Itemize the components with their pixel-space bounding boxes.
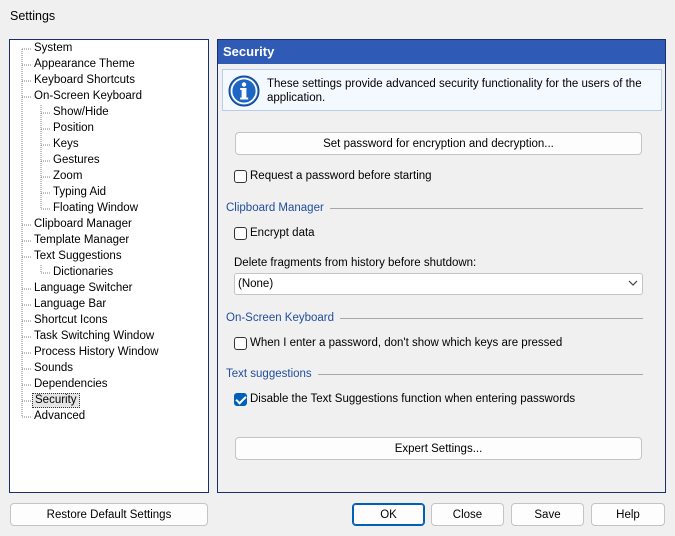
help-button[interactable]: Help — [591, 503, 665, 526]
info-text: These settings provide advanced security… — [267, 78, 642, 104]
tree-item-language-switcher[interactable]: Language Switcher — [32, 281, 134, 296]
ok-button[interactable]: OK — [352, 503, 425, 526]
tree-item-keyboard-shortcuts[interactable]: Keyboard Shortcuts — [32, 73, 137, 88]
tree-item-sounds[interactable]: Sounds — [32, 361, 75, 376]
hide-keys-label: When I enter a password, don't show whic… — [250, 337, 563, 349]
encrypt-data-label: Encrypt data — [250, 227, 315, 239]
tree-item-shortcut-icons[interactable]: Shortcut Icons — [32, 313, 110, 328]
tree-item-task-switching-window[interactable]: Task Switching Window — [32, 329, 156, 344]
hide-keys-checkbox[interactable] — [234, 336, 247, 350]
tree-item-template-manager[interactable]: Template Manager — [32, 233, 131, 248]
tree-item-on-screen-keyboard[interactable]: On-Screen Keyboard — [32, 89, 144, 104]
info-box: These settings provide advanced security… — [222, 69, 662, 111]
encrypt-data-row[interactable]: Encrypt data — [234, 225, 315, 241]
disable-suggestions-label: Disable the Text Suggestions function wh… — [250, 393, 576, 405]
tree-item-dictionaries[interactable]: Dictionaries — [51, 265, 115, 280]
chevron-down-icon — [628, 280, 638, 286]
tree-item-floating-window[interactable]: Floating Window — [51, 201, 140, 216]
tree-item-text-suggestions[interactable]: Text Suggestions — [32, 249, 124, 264]
delete-fragments-select[interactable]: (None) — [234, 273, 643, 295]
tree-item-zoom[interactable]: Zoom — [51, 169, 84, 184]
request-password-label: Request a password before starting — [250, 170, 432, 182]
delete-fragments-value: (None) — [238, 278, 274, 290]
info-icon — [228, 75, 260, 107]
panel-title: Security — [218, 40, 665, 64]
request-password-checkbox[interactable] — [234, 169, 247, 183]
security-panel: Security These settings provide advanced… — [217, 39, 666, 493]
tree-item-keys[interactable]: Keys — [51, 137, 81, 152]
delete-fragments-label: Delete fragments from history before shu… — [234, 257, 477, 269]
text-suggestions-section-title: Text suggestions — [226, 368, 318, 380]
tree-item-appearance-theme[interactable]: Appearance Theme — [32, 57, 137, 72]
encrypt-data-checkbox[interactable] — [234, 226, 247, 240]
window-title: Settings — [10, 9, 56, 23]
expert-settings-button[interactable]: Expert Settings... — [235, 437, 642, 460]
clipboard-section-title: Clipboard Manager — [226, 202, 330, 214]
save-button[interactable]: Save — [511, 503, 584, 526]
tree-item-dependencies[interactable]: Dependencies — [32, 377, 110, 392]
tree-item-typing-aid[interactable]: Typing Aid — [51, 185, 108, 200]
settings-tree[interactable]: System Appearance Theme Keyboard Shortcuts… — [9, 39, 209, 493]
tree-item-gestures[interactable]: Gestures — [51, 153, 102, 168]
tree-item-process-history-window[interactable]: Process History Window — [32, 345, 161, 360]
disable-suggestions-row[interactable]: Disable the Text Suggestions function wh… — [234, 391, 575, 407]
close-button[interactable]: Close — [431, 503, 504, 526]
restore-defaults-button[interactable]: Restore Default Settings — [10, 503, 208, 526]
request-password-row[interactable]: Request a password before starting — [234, 168, 432, 184]
tree-item-language-bar[interactable]: Language Bar — [32, 297, 108, 312]
tree-item-clipboard-manager[interactable]: Clipboard Manager — [32, 217, 134, 232]
tree-item-show-hide[interactable]: Show/Hide — [51, 105, 111, 120]
tree-item-position[interactable]: Position — [51, 121, 96, 136]
tree-item-security[interactable]: Security — [32, 393, 80, 408]
tree-item-advanced[interactable]: Advanced — [32, 409, 87, 424]
set-password-button[interactable]: Set password for encryption and decrypti… — [235, 132, 642, 155]
hide-keys-row[interactable]: When I enter a password, don't show whic… — [234, 335, 562, 351]
tree-item-system[interactable]: System — [32, 41, 74, 56]
disable-suggestions-checkbox[interactable] — [234, 392, 247, 406]
osk-section-title: On-Screen Keyboard — [226, 312, 341, 324]
